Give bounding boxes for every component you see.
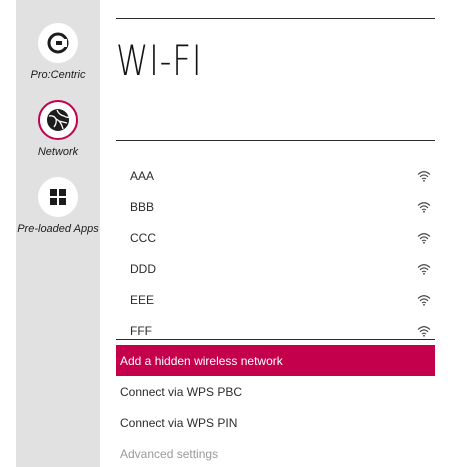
sidebar: Pro:Centric Network Pre-loaded Apps <box>16 0 100 467</box>
network-list-item[interactable]: AAA <box>116 160 435 191</box>
wifi-signal-icon <box>417 201 431 213</box>
apps-grid-icon <box>38 177 78 217</box>
network-name: BBB <box>130 199 155 214</box>
sidebar-item-label: Network <box>37 146 79 158</box>
sidebar-item-label: Pre-loaded Apps <box>17 223 99 235</box>
network-list[interactable]: AAA BBB CCC DDD EEE FFF <box>116 160 435 340</box>
network-list-item[interactable]: FFF <box>116 315 435 340</box>
connect-wps-pin-button[interactable]: Connect via WPS PIN <box>116 407 435 438</box>
network-name: AAA <box>130 168 155 183</box>
network-list-item[interactable]: BBB <box>116 191 435 222</box>
wifi-signal-icon <box>417 325 431 337</box>
procentric-icon <box>38 23 78 63</box>
network-name: FFF <box>130 323 152 338</box>
network-list-item[interactable]: DDD <box>116 253 435 284</box>
connect-wps-pbc-button[interactable]: Connect via WPS PBC <box>116 376 435 407</box>
wifi-signal-icon <box>417 170 431 182</box>
divider <box>116 339 435 340</box>
wifi-signal-icon <box>417 263 431 275</box>
network-list-item[interactable]: CCC <box>116 222 435 253</box>
divider <box>116 140 435 141</box>
network-globe-icon <box>38 100 78 140</box>
advanced-settings-button[interactable]: Advanced settings <box>116 438 435 467</box>
wifi-options-menu: Add a hidden wireless network Connect vi… <box>116 345 435 467</box>
wifi-panel: WI-FI AAA BBB CCC DDD EEE FFF Add a hidd… <box>116 0 435 467</box>
add-hidden-network-button[interactable]: Add a hidden wireless network <box>116 345 435 376</box>
sidebar-item-label: Pro:Centric <box>30 69 86 81</box>
network-name: EEE <box>130 292 155 307</box>
network-list-item[interactable]: EEE <box>116 284 435 315</box>
wifi-signal-icon <box>417 294 431 306</box>
wifi-signal-icon <box>417 232 431 244</box>
page-title: WI-FI <box>116 36 203 85</box>
divider <box>116 18 435 19</box>
network-name: CCC <box>130 230 156 245</box>
network-name: DDD <box>130 261 156 276</box>
